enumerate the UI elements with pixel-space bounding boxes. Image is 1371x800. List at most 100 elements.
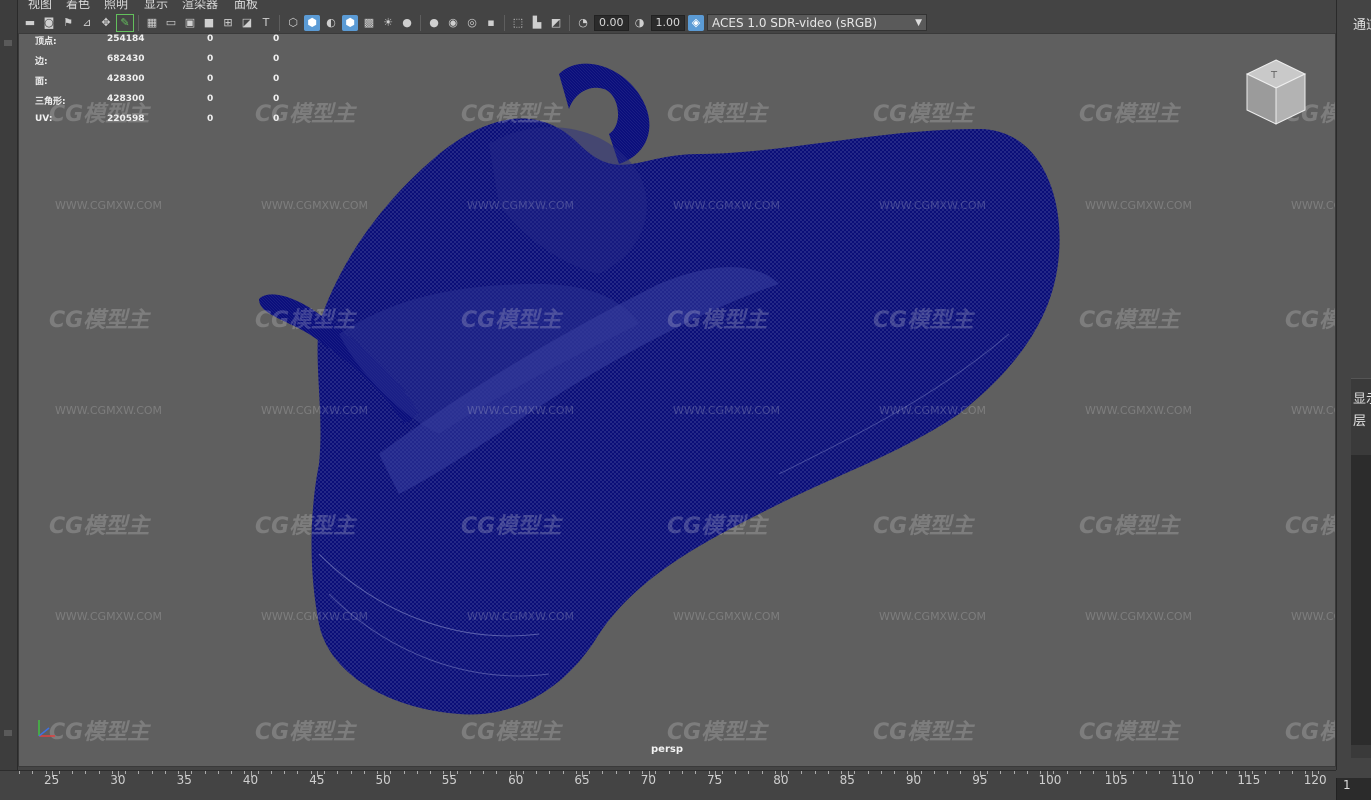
timeline-minor-tick	[111, 771, 113, 774]
timeline-minor-tick	[1291, 771, 1293, 774]
timeline-frame-label: 100	[1038, 773, 1062, 787]
timeline-frame-label: 70	[640, 773, 656, 787]
time-slider[interactable]: 25 30 35 40 45 50 55 60 65 70 75 80 85 90 95 100 105 110 1…	[0, 770, 1336, 800]
shadows-icon[interactable]: ●	[399, 15, 415, 31]
timeline-minor-tick	[735, 771, 737, 774]
safe-action-icon[interactable]: ◪	[239, 15, 255, 31]
gamma-icon[interactable]: ◑	[632, 15, 648, 31]
timeline-minor-tick	[1132, 771, 1134, 774]
menu-panels[interactable]: 面板	[234, 0, 258, 12]
resolution-gate-icon[interactable]: ▣	[182, 15, 198, 31]
tab-layers[interactable]: 层	[1353, 410, 1366, 429]
layer-list-scroll[interactable]	[1351, 455, 1371, 745]
menu-shading[interactable]: 着色	[66, 0, 90, 12]
timeline-minor-tick	[549, 771, 551, 774]
hud-value: 0	[207, 74, 214, 84]
timeline-frame-label: 115	[1237, 773, 1261, 787]
screen-space-ao-icon[interactable]: ●	[426, 15, 442, 31]
timeline-minor-tick	[920, 771, 922, 774]
left-strip-handle[interactable]	[4, 40, 12, 46]
perspective-viewport[interactable]: 顶点: 254184 0 0 边: 682430 0 0 面: 428300 0 0 三角形: 42830…	[18, 33, 1336, 767]
gamma-field[interactable]: 1.00	[650, 14, 685, 31]
color-management-icon[interactable]: ◈	[688, 14, 704, 31]
timeline-minor-tick	[682, 771, 683, 774]
timeline-minor-tick	[1225, 771, 1227, 774]
timeline-minor-tick	[854, 771, 856, 774]
timeline-frame-label: 90	[905, 773, 922, 787]
textured-icon[interactable]: ▩	[361, 15, 377, 31]
timeline-minor-tick	[748, 771, 750, 774]
select-camera-icon[interactable]: ▬	[22, 15, 38, 31]
left-strip-handle-bottom[interactable]	[4, 730, 12, 736]
isolate-select-icon[interactable]: ⬚	[510, 15, 526, 31]
timeline-minor-tick	[1119, 771, 1121, 774]
toolbar-separator	[138, 14, 139, 31]
timeline-minor-tick	[284, 771, 286, 774]
timeline-minor-tick	[483, 771, 485, 774]
timeline-minor-tick	[191, 771, 193, 774]
anti-aliasing-icon[interactable]: ◎	[464, 15, 480, 31]
timeline-frame-label: 45	[309, 773, 325, 787]
film-gate-icon[interactable]: ▭	[163, 15, 179, 31]
color-space-dropdown[interactable]: ACES 1.0 SDR-video (sRGB) ▼	[707, 14, 927, 31]
grease-pencil-icon[interactable]: ✎	[116, 13, 134, 32]
menu-renderer[interactable]: 渲染器	[182, 0, 218, 12]
wireframe-on-shaded-icon[interactable]: ⬢	[342, 14, 358, 31]
tab-channels[interactable]: 通道	[1353, 14, 1371, 33]
timeline-minor-tick	[1238, 771, 1240, 774]
safe-title-icon[interactable]: T	[258, 15, 274, 31]
hud-value: 0	[273, 34, 280, 44]
timeline-minor-tick	[178, 771, 180, 774]
gate-mask-icon[interactable]: ■	[201, 15, 217, 31]
hud-value: 0	[207, 54, 214, 64]
timeline-minor-tick	[774, 771, 776, 774]
tab-display[interactable]: 显示	[1353, 388, 1371, 407]
timeline-minor-tick	[310, 771, 312, 774]
use-all-lights-icon[interactable]: ☀	[380, 15, 396, 31]
bookmark-icon[interactable]: ⚑	[60, 15, 76, 31]
chevron-down-icon: ▼	[915, 17, 922, 28]
hud-value: 428300	[107, 74, 145, 84]
wireframe-icon[interactable]: ⬡	[285, 15, 301, 31]
depth-of-field-icon[interactable]: ▪	[483, 15, 499, 31]
timeline-minor-tick	[1172, 771, 1174, 774]
image-plane-icon[interactable]: ⊿	[79, 15, 95, 31]
exposure-icon[interactable]: ◔	[575, 15, 591, 31]
xray-joints-icon[interactable]: ◩	[548, 15, 564, 31]
timeline-minor-tick	[933, 771, 935, 774]
timeline-frame-label: 35	[176, 773, 192, 787]
hud-row: 顶点: 254184 0 0	[33, 34, 333, 54]
smooth-shade-icon[interactable]: ⬢	[304, 14, 320, 31]
hud-value: 0	[273, 94, 280, 104]
exposure-field[interactable]: 0.00	[594, 14, 629, 31]
timeline-frame-label: 75	[707, 773, 723, 787]
motion-blur-icon[interactable]: ◉	[445, 15, 461, 31]
timeline-minor-tick	[960, 771, 962, 774]
timeline-minor-tick	[1185, 771, 1187, 774]
timeline-minor-tick	[695, 771, 697, 774]
current-frame-field[interactable]: 1	[1336, 778, 1371, 800]
timeline-minor-tick	[894, 771, 896, 774]
default-material-icon[interactable]: ◐	[323, 15, 339, 31]
view-cube-icon[interactable]: T	[1241, 56, 1311, 130]
timeline-minor-tick	[350, 771, 352, 774]
menu-show[interactable]: 显示	[144, 0, 168, 12]
menu-view[interactable]: 视图	[28, 0, 52, 12]
toolbar-separator	[569, 14, 570, 31]
shoe-mesh[interactable]	[19, 34, 1336, 767]
timeline-minor-tick	[1146, 771, 1148, 774]
two-d-pan-icon[interactable]: ✥	[98, 15, 114, 31]
field-chart-icon[interactable]: ⊞	[220, 15, 236, 31]
timeline-minor-tick	[668, 771, 670, 774]
menu-lighting[interactable]: 照明	[104, 0, 128, 12]
timeline-frame-label: 40	[242, 773, 259, 787]
timeline-minor-tick	[72, 771, 74, 774]
hud-label: 边:	[35, 57, 48, 67]
grid-icon[interactable]: ▦	[144, 15, 160, 31]
timeline-minor-tick	[1318, 771, 1320, 774]
xray-icon[interactable]: ▙	[529, 15, 545, 31]
camera-attributes-icon[interactable]: ◙	[41, 15, 57, 31]
timeline-frame-label: 120	[1303, 773, 1327, 787]
timeline-minor-tick	[1093, 771, 1095, 774]
timeline-minor-tick	[1106, 771, 1108, 774]
